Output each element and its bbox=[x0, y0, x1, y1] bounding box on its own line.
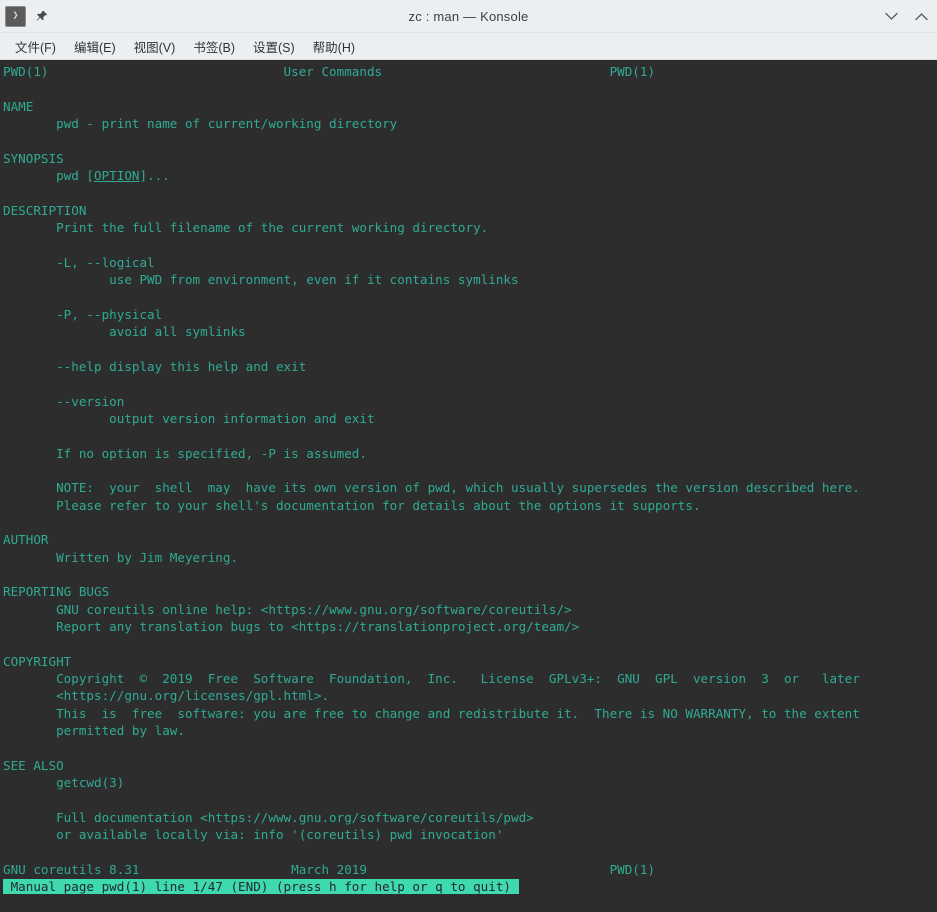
menu-view[interactable]: 视图(V) bbox=[125, 34, 185, 59]
terminal-line: Full documentation <https://www.gnu.org/… bbox=[3, 809, 534, 825]
terminal-line: NOTE: your shell may have its own versio… bbox=[3, 480, 860, 496]
terminal-line: DESCRIPTION bbox=[3, 202, 87, 218]
terminal-line: use PWD from environment, even if it con… bbox=[3, 272, 519, 288]
terminal-line: GNU coreutils online help: <https://www.… bbox=[3, 601, 572, 617]
terminal-line: REPORTING BUGS bbox=[3, 584, 110, 600]
terminal-line: or available locally via: info '(coreuti… bbox=[3, 827, 504, 843]
terminal-line: output version information and exit bbox=[3, 410, 375, 426]
terminal-line: --help display this help and exit bbox=[3, 358, 307, 374]
terminal-line: permitted by law. bbox=[3, 723, 185, 739]
konsole-terminal-icon[interactable]: ❯ bbox=[5, 5, 26, 27]
menu-file[interactable]: 文件(F) bbox=[6, 34, 65, 59]
terminal-line: Report any translation bugs to <https://… bbox=[3, 619, 580, 634]
terminal-view[interactable]: PWD(1) User Commands PWD(1) NAME pwd - p… bbox=[0, 60, 937, 912]
titlebar-window-controls bbox=[883, 8, 929, 24]
terminal-line: SYNOPSIS bbox=[3, 150, 64, 166]
terminal-line: GNU coreutils 8.31 March 2019 PWD(1) bbox=[3, 861, 656, 877]
terminal-line: If no option is specified, -P is assumed… bbox=[3, 445, 367, 461]
pager-status-line[interactable]: Manual page pwd(1) line 1/47 (END) (pres… bbox=[3, 878, 937, 895]
terminal-line: pwd - print name of current/working dire… bbox=[3, 116, 398, 132]
window-titlebar: ❯ zc : man — Konsole bbox=[0, 0, 937, 33]
chevron-up-icon[interactable] bbox=[913, 8, 929, 24]
menu-edit[interactable]: 编辑(E) bbox=[65, 34, 125, 59]
terminal-text-buffer[interactable]: PWD(1) User Commands PWD(1) NAME pwd - p… bbox=[0, 60, 937, 896]
window-title: zc : man — Konsole bbox=[408, 8, 529, 24]
terminal-line: Please refer to your shell's documentati… bbox=[3, 497, 701, 513]
menu-help[interactable]: 帮助(H) bbox=[304, 34, 364, 59]
terminal-line: --version bbox=[3, 393, 125, 409]
terminal-line: COPYRIGHT bbox=[3, 653, 72, 669]
menu-settings[interactable]: 设置(S) bbox=[244, 34, 304, 59]
terminal-line: -P, --physical bbox=[3, 306, 163, 322]
menu-bookmarks[interactable]: 书签(B) bbox=[184, 34, 244, 59]
chevron-down-icon[interactable] bbox=[883, 8, 899, 24]
terminal-line: Written by Jim Meyering. bbox=[3, 549, 239, 565]
terminal-line: <https://gnu.org/licenses/gpl.html>. bbox=[3, 688, 330, 704]
menubar: 文件(F) 编辑(E) 视图(V) 书签(B) 设置(S) 帮助(H) bbox=[0, 33, 937, 60]
synopsis-option-token: OPTION bbox=[94, 168, 140, 184]
terminal-line: AUTHOR bbox=[3, 532, 49, 548]
titlebar-left-controls: ❯ bbox=[0, 5, 50, 27]
terminal-line: Print the full filename of the current w… bbox=[3, 220, 489, 236]
terminal-line: pwd [OPTION]... bbox=[3, 168, 170, 184]
terminal-line: avoid all symlinks bbox=[3, 324, 246, 340]
terminal-line: NAME bbox=[3, 98, 34, 114]
terminal-line: This is free software: you are free to c… bbox=[3, 705, 860, 721]
terminal-line: PWD(1) User Commands PWD(1) bbox=[3, 64, 656, 79]
terminal-line: Copyright © 2019 Free Software Foundatio… bbox=[3, 671, 860, 687]
terminal-line: getcwd(3) bbox=[3, 775, 125, 791]
pager-status-text: Manual page pwd(1) line 1/47 (END) (pres… bbox=[3, 879, 519, 895]
terminal-line: SEE ALSO bbox=[3, 757, 64, 773]
pin-icon[interactable] bbox=[32, 7, 50, 25]
terminal-line: -L, --logical bbox=[3, 254, 155, 270]
